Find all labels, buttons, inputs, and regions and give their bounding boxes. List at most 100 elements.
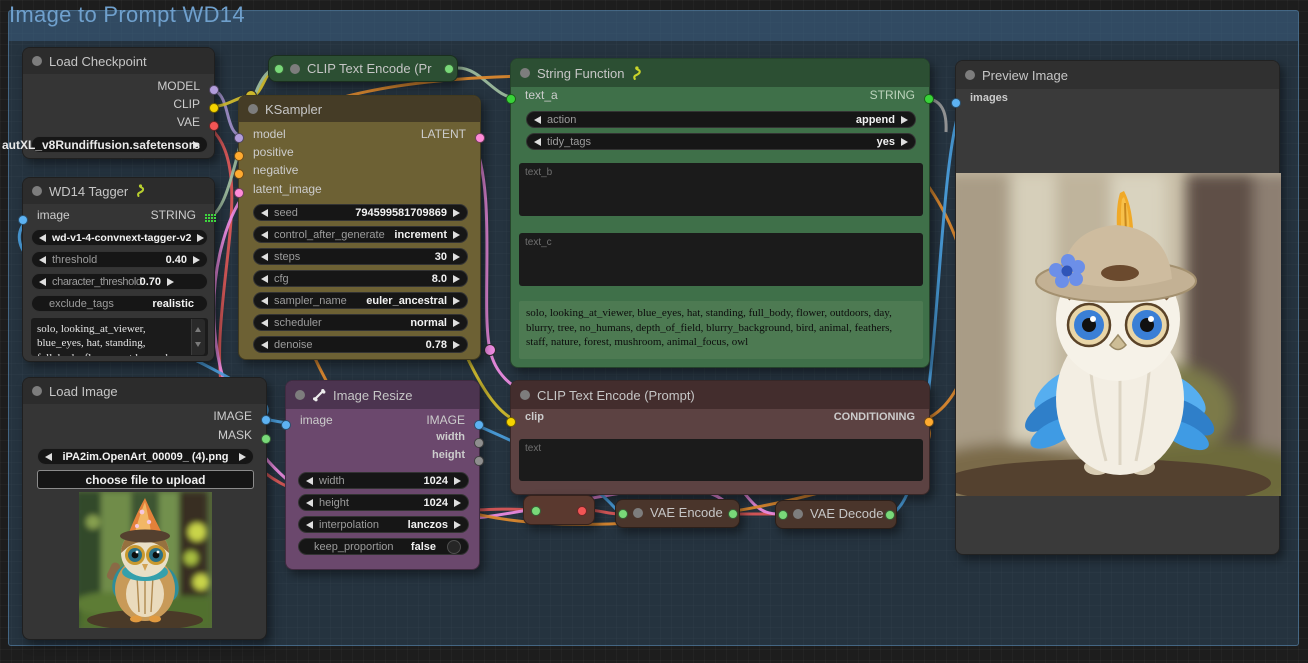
next-value-arrow[interactable] <box>197 233 205 242</box>
node-preview-image[interactable]: Preview Image images <box>951 60 1281 555</box>
prompt-textarea[interactable]: text <box>519 439 923 481</box>
collapse-dot[interactable] <box>295 390 305 400</box>
collapsed-input-slot[interactable] <box>531 506 541 516</box>
node-header[interactable]: CLIP Text Encode (Pr <box>269 56 457 81</box>
string-output-grid-slot[interactable] <box>205 214 216 222</box>
node-header[interactable]: Load Checkpoint <box>23 48 214 74</box>
input-slot-image[interactable] <box>18 215 28 225</box>
prev-value-arrow[interactable] <box>306 498 313 507</box>
prev-value-arrow[interactable] <box>261 252 268 261</box>
output-slot-image[interactable] <box>474 420 484 430</box>
interpolation-widget[interactable]: interpolation lanczos <box>298 516 469 533</box>
prev-value-arrow[interactable] <box>261 274 268 283</box>
next-value-arrow[interactable] <box>167 277 175 286</box>
keep-proportion-widget[interactable]: keep_proportion false <box>298 538 469 555</box>
seed-widget[interactable]: seed 794599581709869 <box>253 204 468 221</box>
collapse-dot[interactable] <box>965 70 975 80</box>
prev-value-arrow[interactable] <box>261 208 268 217</box>
next-value-arrow[interactable] <box>453 252 460 261</box>
collapse-dot[interactable] <box>32 186 42 196</box>
collapse-dot[interactable] <box>520 68 530 78</box>
node-header[interactable]: CLIP Text Encode (Prompt) <box>511 381 929 409</box>
node-header[interactable]: VAE Decode <box>776 501 896 526</box>
scheduler-widget[interactable]: scheduler normal <box>253 314 468 331</box>
tidy-tags-widget[interactable]: tidy_tags yes <box>526 133 916 150</box>
denoise-widget[interactable]: denoise 0.78 <box>253 336 468 353</box>
collapse-dot[interactable] <box>290 63 300 74</box>
textarea-scrollbar[interactable] <box>191 319 205 355</box>
input-slot-model[interactable] <box>234 133 244 143</box>
next-value-arrow[interactable] <box>238 452 246 461</box>
node-vae-decode[interactable]: VAE Decode <box>775 500 897 529</box>
node-string-function[interactable]: String Function text_a STRING action app… <box>506 58 934 368</box>
node-vae-encode[interactable]: VAE Encode <box>615 499 740 528</box>
steps-widget[interactable]: steps 30 <box>253 248 468 265</box>
text-c-textarea[interactable]: text_c <box>519 233 923 286</box>
node-header[interactable]: Load Image <box>23 378 266 404</box>
string-result-textarea[interactable]: solo, looking_at_viewer, blue_eyes, hat,… <box>519 301 923 359</box>
next-value-arrow[interactable] <box>453 230 460 239</box>
control-after-generate-widget[interactable]: control_after_generate increment <box>253 226 468 243</box>
input-slot-latent-image[interactable] <box>234 188 244 198</box>
cfg-widget[interactable]: cfg 8.0 <box>253 270 468 287</box>
input-slot-negative[interactable] <box>234 169 244 179</box>
output-slot-vae[interactable] <box>209 121 219 131</box>
output-slot-clip[interactable] <box>209 103 219 113</box>
collapsed-input-slot[interactable] <box>618 509 628 519</box>
image-file-widget[interactable]: iPA2im.OpenArt_00009_ (4).png <box>37 448 254 465</box>
next-value-arrow[interactable] <box>453 274 460 283</box>
scroll-up-arrow[interactable] <box>195 324 201 332</box>
output-slot-mask[interactable] <box>261 434 271 444</box>
prev-value-arrow[interactable] <box>261 296 268 305</box>
output-slot-model[interactable] <box>209 85 219 95</box>
output-slot-height[interactable] <box>474 456 484 466</box>
collapsed-output-slot[interactable] <box>885 510 895 520</box>
node-collapsed-misc[interactable] <box>523 495 595 525</box>
next-value-arrow[interactable] <box>901 115 908 124</box>
exclude-tags-widget[interactable]: exclude_tags realistic <box>31 295 208 312</box>
input-slot-positive[interactable] <box>234 151 244 161</box>
collapse-dot[interactable] <box>248 104 258 114</box>
input-slot-images[interactable] <box>951 98 961 108</box>
collapse-dot[interactable] <box>793 508 803 519</box>
next-value-arrow[interactable] <box>453 318 460 327</box>
action-widget[interactable]: action append <box>526 111 916 128</box>
next-value-arrow[interactable] <box>453 340 460 349</box>
next-value-arrow[interactable] <box>454 498 461 507</box>
prev-value-arrow[interactable] <box>534 137 541 146</box>
output-slot-conditioning[interactable] <box>924 417 934 427</box>
collapsed-input-slot[interactable] <box>274 64 284 74</box>
next-value-arrow[interactable] <box>901 137 908 146</box>
collapse-dot[interactable] <box>520 390 530 400</box>
node-clip-text-encode-prompt[interactable]: CLIP Text Encode (Prompt) clip CONDITION… <box>506 380 934 495</box>
text-b-textarea[interactable]: text_b <box>519 163 923 216</box>
collapsed-output-slot[interactable] <box>444 64 454 74</box>
collapse-dot[interactable] <box>32 56 42 66</box>
node-header[interactable]: KSampler <box>239 96 480 122</box>
collapsed-output-slot[interactable] <box>728 509 738 519</box>
node-image-resize[interactable]: Image Resize image IMAGE width height wi… <box>281 380 484 570</box>
width-widget[interactable]: width 1024 <box>298 472 469 489</box>
output-slot-latent[interactable] <box>475 133 485 143</box>
prev-value-arrow[interactable] <box>261 230 268 239</box>
output-slot-string[interactable] <box>924 94 934 104</box>
node-header[interactable]: Image Resize <box>286 381 479 409</box>
next-value-arrow[interactable] <box>454 520 461 529</box>
node-wd14-tagger[interactable]: WD14 Tagger image STRING wd-v1-4-convnex… <box>18 177 216 362</box>
prev-value-arrow[interactable] <box>306 476 313 485</box>
node-header[interactable]: WD14 Tagger <box>23 178 214 204</box>
node-header[interactable]: VAE Encode <box>616 500 739 525</box>
collapse-dot[interactable] <box>32 386 42 396</box>
node-clip-text-encode-collapsed[interactable]: CLIP Text Encode (Pr <box>268 55 458 82</box>
prev-value-arrow[interactable] <box>261 318 268 327</box>
prev-value-arrow[interactable] <box>39 233 46 242</box>
threshold-widget[interactable]: threshold 0.40 <box>31 251 208 268</box>
prev-value-arrow[interactable] <box>39 255 46 264</box>
next-value-arrow[interactable] <box>193 255 200 264</box>
node-header[interactable]: Preview Image <box>956 61 1279 89</box>
prev-value-arrow[interactable] <box>534 115 541 124</box>
output-slot-image[interactable] <box>261 415 271 425</box>
input-slot-image[interactable] <box>281 420 291 430</box>
prev-value-arrow[interactable] <box>39 277 46 286</box>
input-slot-clip[interactable] <box>506 417 516 427</box>
